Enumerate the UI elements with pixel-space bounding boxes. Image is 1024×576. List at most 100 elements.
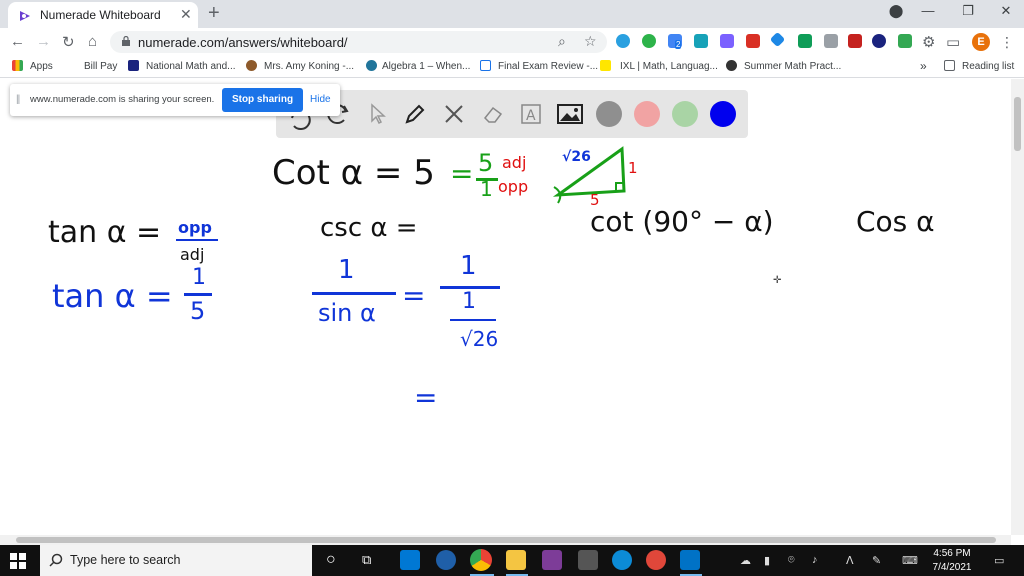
windows-taskbar: Type here to search ○ ⧉ ☁ ▮ ⌾ ♪ ᐱ ✎ ⌨ 4:… bbox=[0, 545, 1024, 576]
extension-icon[interactable] bbox=[798, 34, 812, 48]
address-bar[interactable]: numerade.com/answers/whiteboard/ ⌕ ☆ bbox=[110, 31, 607, 53]
vertical-scroll-thumb[interactable] bbox=[1014, 97, 1021, 151]
extensions-puzzle-icon[interactable]: ⚙ bbox=[922, 33, 935, 51]
bookmark-mrs-amy-koning[interactable]: Mrs. Amy Koning -... bbox=[264, 61, 354, 72]
extension-icon[interactable] bbox=[824, 34, 838, 48]
clock-date[interactable]: 7/4/2021 bbox=[928, 562, 976, 573]
tan-definition-denominator: adj bbox=[180, 245, 205, 264]
tab-numerade-whiteboard[interactable]: Numerade Whiteboard ✕ bbox=[8, 2, 198, 28]
home-icon[interactable]: ⌂ bbox=[88, 33, 97, 50]
fraction-bar bbox=[312, 292, 396, 295]
bookmark-apps[interactable]: Apps bbox=[30, 61, 53, 72]
url-text: numerade.com/answers/whiteboard/ bbox=[138, 35, 348, 50]
label-adj: adj bbox=[502, 153, 527, 172]
onedrive-icon[interactable]: ☁ bbox=[740, 554, 751, 567]
taskbar-app-icon[interactable] bbox=[436, 550, 456, 570]
csc-reciprocal-numerator: 1 bbox=[338, 255, 355, 285]
numerade-icon bbox=[20, 11, 30, 21]
tab-close-icon[interactable]: ✕ bbox=[180, 6, 192, 23]
extension-icon[interactable] bbox=[769, 31, 786, 48]
extension-icon[interactable] bbox=[694, 34, 708, 48]
horizontal-scrollbar[interactable] bbox=[0, 535, 1011, 545]
file-explorer-icon[interactable] bbox=[506, 550, 526, 570]
tab-title: Numerade Whiteboard bbox=[40, 8, 161, 22]
outlook-icon[interactable] bbox=[680, 550, 700, 570]
cot-equation: Cot α = 5 bbox=[272, 153, 435, 193]
back-icon[interactable]: ← bbox=[10, 33, 25, 50]
restore-icon[interactable]: ❐ bbox=[958, 3, 978, 19]
new-tab-button[interactable]: + bbox=[208, 2, 220, 25]
cortana-icon[interactable]: ○ bbox=[326, 551, 336, 569]
taskbar-app-icon[interactable] bbox=[646, 550, 666, 570]
ixl-icon bbox=[600, 60, 611, 71]
bookmark-icon bbox=[246, 60, 257, 71]
clock-time[interactable]: 4:56 PM bbox=[928, 548, 976, 559]
bookmark-icon bbox=[128, 60, 139, 71]
tan-value-lhs: tan α = bbox=[52, 277, 173, 315]
cot-ratio-denominator: 1 bbox=[480, 177, 493, 201]
menu-icon[interactable]: ⋮ bbox=[1000, 34, 1014, 51]
bookmark-reading-list[interactable]: Reading list bbox=[962, 61, 1014, 72]
forward-icon[interactable]: → bbox=[36, 33, 51, 50]
extension-icon[interactable] bbox=[898, 34, 912, 48]
extension-badge: 2 bbox=[675, 40, 682, 49]
horizontal-scroll-thumb[interactable] bbox=[16, 537, 996, 543]
notifications-icon[interactable]: ▭ bbox=[994, 554, 1004, 567]
taskbar-search[interactable]: Type here to search bbox=[40, 545, 312, 576]
lock-icon bbox=[122, 36, 130, 46]
csc-inner-numerator: 1 bbox=[462, 289, 476, 314]
bookmark-ixl[interactable]: IXL | Math, Languag... bbox=[620, 61, 718, 72]
whiteboard-canvas[interactable]: Cot α = 5 = 5 1 adj opp √26 1 5 tan α = … bbox=[0, 79, 1011, 535]
acrobat-icon[interactable] bbox=[848, 34, 862, 48]
keyboard-icon[interactable]: ⌨ bbox=[902, 554, 918, 567]
close-window-icon[interactable]: ✕ bbox=[996, 3, 1016, 19]
network-icon[interactable]: ⌾ bbox=[788, 554, 795, 567]
windows-start-icon[interactable] bbox=[10, 553, 26, 569]
extension-icon[interactable] bbox=[616, 34, 630, 48]
extension-icon[interactable] bbox=[720, 34, 734, 48]
tray-overflow-icon[interactable]: ᐱ bbox=[846, 554, 854, 567]
tan-value-denominator: 5 bbox=[190, 297, 206, 325]
search-placeholder: Type here to search bbox=[70, 553, 181, 567]
triangle-opposite-label: 1 bbox=[628, 159, 638, 177]
taskbar-app-icon[interactable] bbox=[400, 550, 420, 570]
browser-toolbar: ← → ↻ ⌂ numerade.com/answers/whiteboard/… bbox=[0, 28, 1024, 56]
reload-icon[interactable]: ↻ bbox=[62, 33, 75, 51]
bookmark-final-exam-review[interactable]: Final Exam Review -... bbox=[498, 61, 598, 72]
profile-menu-icon[interactable]: ⬤ bbox=[886, 3, 906, 19]
volume-icon[interactable]: ♪ bbox=[812, 554, 818, 566]
battery-icon[interactable]: ▮ bbox=[764, 554, 770, 567]
extension-icon[interactable] bbox=[642, 34, 656, 48]
bookmark-summer-math[interactable]: Summer Math Pract... bbox=[744, 61, 841, 72]
cast-icon[interactable]: ▭ bbox=[946, 33, 960, 51]
triangle-hypotenuse-label: √26 bbox=[562, 149, 591, 165]
reading-list-icon bbox=[944, 60, 955, 71]
title-bar: Numerade Whiteboard ✕ + ⬤ — ❐ ✕ bbox=[0, 0, 1024, 28]
taskbar-app-icon[interactable] bbox=[542, 550, 562, 570]
edge-icon[interactable] bbox=[612, 550, 632, 570]
pen-workspace-icon[interactable]: ✎ bbox=[872, 554, 881, 567]
bookmark-bill-pay[interactable]: Bill Pay bbox=[84, 61, 117, 72]
extension-icon[interactable]: 2 bbox=[668, 34, 682, 49]
extension-icon[interactable] bbox=[872, 34, 886, 48]
store-icon[interactable] bbox=[578, 550, 598, 570]
bookmark-star-icon[interactable]: ☆ bbox=[584, 33, 597, 50]
csc-second-equals: = bbox=[414, 381, 438, 414]
vertical-scrollbar[interactable] bbox=[1011, 79, 1024, 535]
bookmark-algebra-1[interactable]: Algebra 1 – When... bbox=[382, 61, 470, 72]
extension-icon[interactable] bbox=[746, 34, 760, 48]
tan-value-numerator: 1 bbox=[192, 265, 206, 290]
bookmark-national-math[interactable]: National Math and... bbox=[146, 61, 236, 72]
chrome-icon[interactable] bbox=[470, 549, 492, 571]
fraction-bar bbox=[450, 319, 496, 321]
fraction-bar bbox=[176, 239, 218, 241]
zoom-icon[interactable]: ⌕ bbox=[558, 33, 566, 50]
task-view-icon[interactable]: ⧉ bbox=[362, 552, 371, 568]
profile-avatar[interactable]: E bbox=[972, 33, 990, 51]
crosshair-cursor-icon: ✛ bbox=[773, 275, 782, 286]
bookmarks-overflow[interactable]: » bbox=[920, 59, 927, 73]
minimize-icon[interactable]: — bbox=[918, 3, 938, 18]
fraction-bar bbox=[184, 293, 212, 296]
csc-outer-numerator: 1 bbox=[460, 251, 477, 281]
tan-definition-lhs: tan α = bbox=[48, 215, 162, 250]
